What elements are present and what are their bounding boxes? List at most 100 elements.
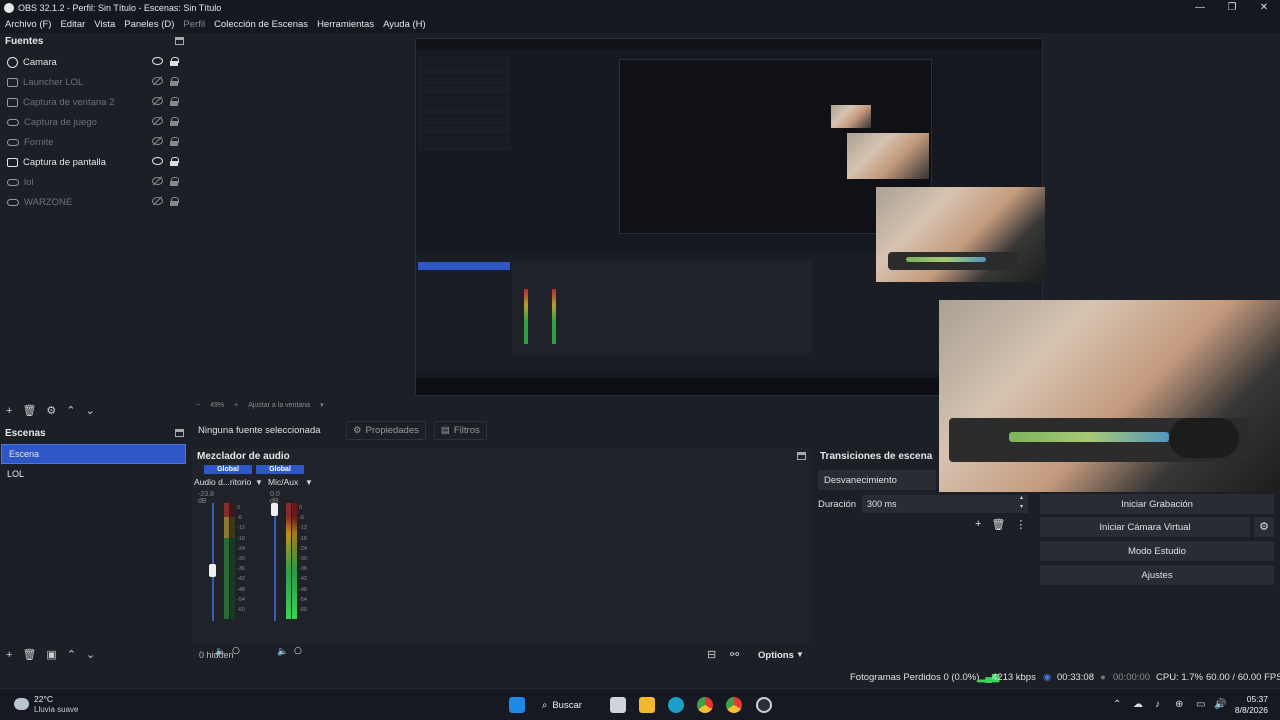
source-item[interactable]: Launcher LOL <box>0 72 188 92</box>
source-settings-icon[interactable]: ⚙ <box>46 404 56 417</box>
menu-editar[interactable]: Editar <box>60 19 85 30</box>
lock-icon[interactable] <box>170 117 179 126</box>
visibility-eye-icon[interactable] <box>152 157 163 165</box>
remove-scene-icon[interactable]: 🗑 <box>22 648 36 661</box>
close-button[interactable]: ✕ <box>1248 0 1280 15</box>
edge-icon[interactable] <box>668 697 684 713</box>
gear-icon[interactable]: ⚙ <box>1254 517 1274 537</box>
transitions-header: Transiciones de escena <box>816 448 1031 465</box>
transitions-title: Transiciones de escena <box>820 451 933 462</box>
tray-app-icon[interactable]: ☁ <box>1133 699 1143 710</box>
source-item[interactable]: Camara <box>0 52 188 72</box>
chrome-icon[interactable] <box>697 697 713 713</box>
chevron-down-icon[interactable]: ▾ <box>320 401 324 409</box>
volume-icon[interactable]: 🔊 <box>1214 699 1226 710</box>
settings-button[interactable]: Ajustes <box>1040 565 1274 585</box>
scale-tick: -60 <box>299 607 307 614</box>
minimize-button[interactable]: — <box>1184 0 1216 15</box>
zoom-in-icon[interactable]: + <box>234 402 238 409</box>
transition-select[interactable]: Desvanecimiento <box>818 470 936 490</box>
menu-ayuda[interactable]: Ayuda (H) <box>383 19 426 30</box>
more-options-icon[interactable]: ⋮ <box>1015 518 1026 531</box>
visibility-eye-icon[interactable] <box>152 137 163 145</box>
fader-knob[interactable] <box>209 563 216 577</box>
fader-knob[interactable] <box>271 503 278 516</box>
visibility-eye-icon[interactable] <box>152 57 163 65</box>
lock-icon[interactable] <box>170 77 179 86</box>
spinner-arrows-icon[interactable]: ▴ ▾ <box>1020 494 1023 512</box>
lock-icon[interactable] <box>170 157 179 166</box>
menu-paneles[interactable]: Paneles (D) <box>124 19 174 30</box>
windows-start-icon[interactable] <box>509 697 525 713</box>
link-icon[interactable]: ⚯ <box>730 648 739 661</box>
visibility-eye-icon[interactable] <box>152 117 163 125</box>
visibility-eye-icon[interactable] <box>152 77 163 85</box>
layout-icon[interactable]: ⊟ <box>707 648 716 661</box>
zoom-out-icon[interactable]: − <box>196 402 200 409</box>
filters-button[interactable]: ▤ Filtros <box>433 421 487 440</box>
chevron-down-icon[interactable]: ▼ <box>796 650 804 659</box>
menu-herramientas[interactable]: Herramientas <box>317 19 374 30</box>
source-item[interactable]: lol <box>0 172 188 192</box>
display-icon[interactable]: ▭ <box>1196 699 1205 710</box>
chevron-down-icon[interactable]: ▼ <box>255 478 263 487</box>
lock-icon[interactable] <box>170 177 179 186</box>
add-transition-icon[interactable]: + <box>975 518 981 531</box>
network-icon[interactable]: ⊕ <box>1175 699 1183 710</box>
studio-mode-button[interactable]: Modo Estudio <box>1040 541 1274 561</box>
remove-source-icon[interactable]: 🗑 <box>22 404 36 417</box>
dock-float-icon[interactable] <box>175 37 184 45</box>
lock-icon[interactable] <box>170 57 179 66</box>
menu-vista[interactable]: Vista <box>94 19 115 30</box>
dock-float-icon[interactable] <box>175 429 184 437</box>
fit-to-window[interactable]: Ajustar a la ventana <box>248 402 310 409</box>
lock-icon[interactable] <box>170 97 179 106</box>
move-up-icon[interactable]: ⌃ <box>67 648 76 661</box>
dock-float-icon[interactable] <box>797 452 806 460</box>
visibility-eye-icon[interactable] <box>152 97 163 105</box>
options-button[interactable]: Options <box>758 650 794 661</box>
obs-taskbar-icon[interactable] <box>756 697 772 713</box>
start-virtual-camera-button[interactable]: Iniciar Cámara Virtual <box>1040 517 1250 537</box>
menu-archivo[interactable]: Archivo (F) <box>5 19 51 30</box>
taskbar-clock[interactable]: 05:37 8/8/2026 <box>1235 694 1268 716</box>
move-up-icon[interactable]: ⌃ <box>66 404 75 417</box>
remove-transition-icon[interactable]: 🗑 <box>991 518 1005 531</box>
properties-button[interactable]: ⚙ Propiedades <box>346 421 426 440</box>
microphone-icon[interactable]: ♪ <box>1155 699 1160 710</box>
menu-perfil[interactable]: Perfil <box>183 19 205 30</box>
start-recording-button[interactable]: Iniciar Grabación <box>1040 494 1274 514</box>
source-item[interactable]: Captura de pantalla <box>0 152 188 172</box>
tray-chevron-icon[interactable]: ⌃ <box>1113 699 1121 710</box>
scene-filter-icon[interactable]: ▣ <box>46 648 56 661</box>
source-item[interactable]: Captura de juego <box>0 112 188 132</box>
clock-date: 8/8/2026 <box>1234 705 1268 715</box>
source-item[interactable]: Captura de ventana 2 <box>0 92 188 112</box>
move-down-icon[interactable]: ⌄ <box>86 404 95 417</box>
maximize-button[interactable]: ❐ <box>1216 0 1248 15</box>
scene-item[interactable]: Escena <box>1 444 186 464</box>
chevron-down-icon[interactable]: ▼ <box>305 478 313 487</box>
volume-fader[interactable] <box>274 503 276 621</box>
taskbar-search[interactable]: ⌕ Buscar <box>542 695 594 715</box>
scale-tick: -6 <box>299 515 304 522</box>
source-item[interactable]: Fornite <box>0 132 188 152</box>
file-explorer-icon[interactable] <box>639 697 655 713</box>
chrome-profile-icon[interactable] <box>726 697 742 713</box>
move-down-icon[interactable]: ⌄ <box>86 648 95 661</box>
task-view-icon[interactable] <box>610 697 626 713</box>
scene-item[interactable]: LOL <box>0 464 188 484</box>
nested-mixer <box>512 261 812 353</box>
scene-label: Escena <box>9 449 40 459</box>
lock-icon[interactable] <box>170 137 179 146</box>
add-source-icon[interactable]: + <box>6 405 12 417</box>
lock-icon[interactable] <box>170 197 179 206</box>
weather-desc: Lluvia suave <box>34 705 79 714</box>
duration-input[interactable]: 300 ms <box>862 495 1028 513</box>
add-scene-icon[interactable]: + <box>6 649 12 661</box>
volume-fader[interactable] <box>212 503 214 621</box>
visibility-eye-icon[interactable] <box>152 177 163 185</box>
visibility-eye-icon[interactable] <box>152 197 163 205</box>
source-item[interactable]: WARZONE <box>0 192 188 212</box>
menu-coleccion-escenas[interactable]: Colección de Escenas <box>214 19 308 30</box>
